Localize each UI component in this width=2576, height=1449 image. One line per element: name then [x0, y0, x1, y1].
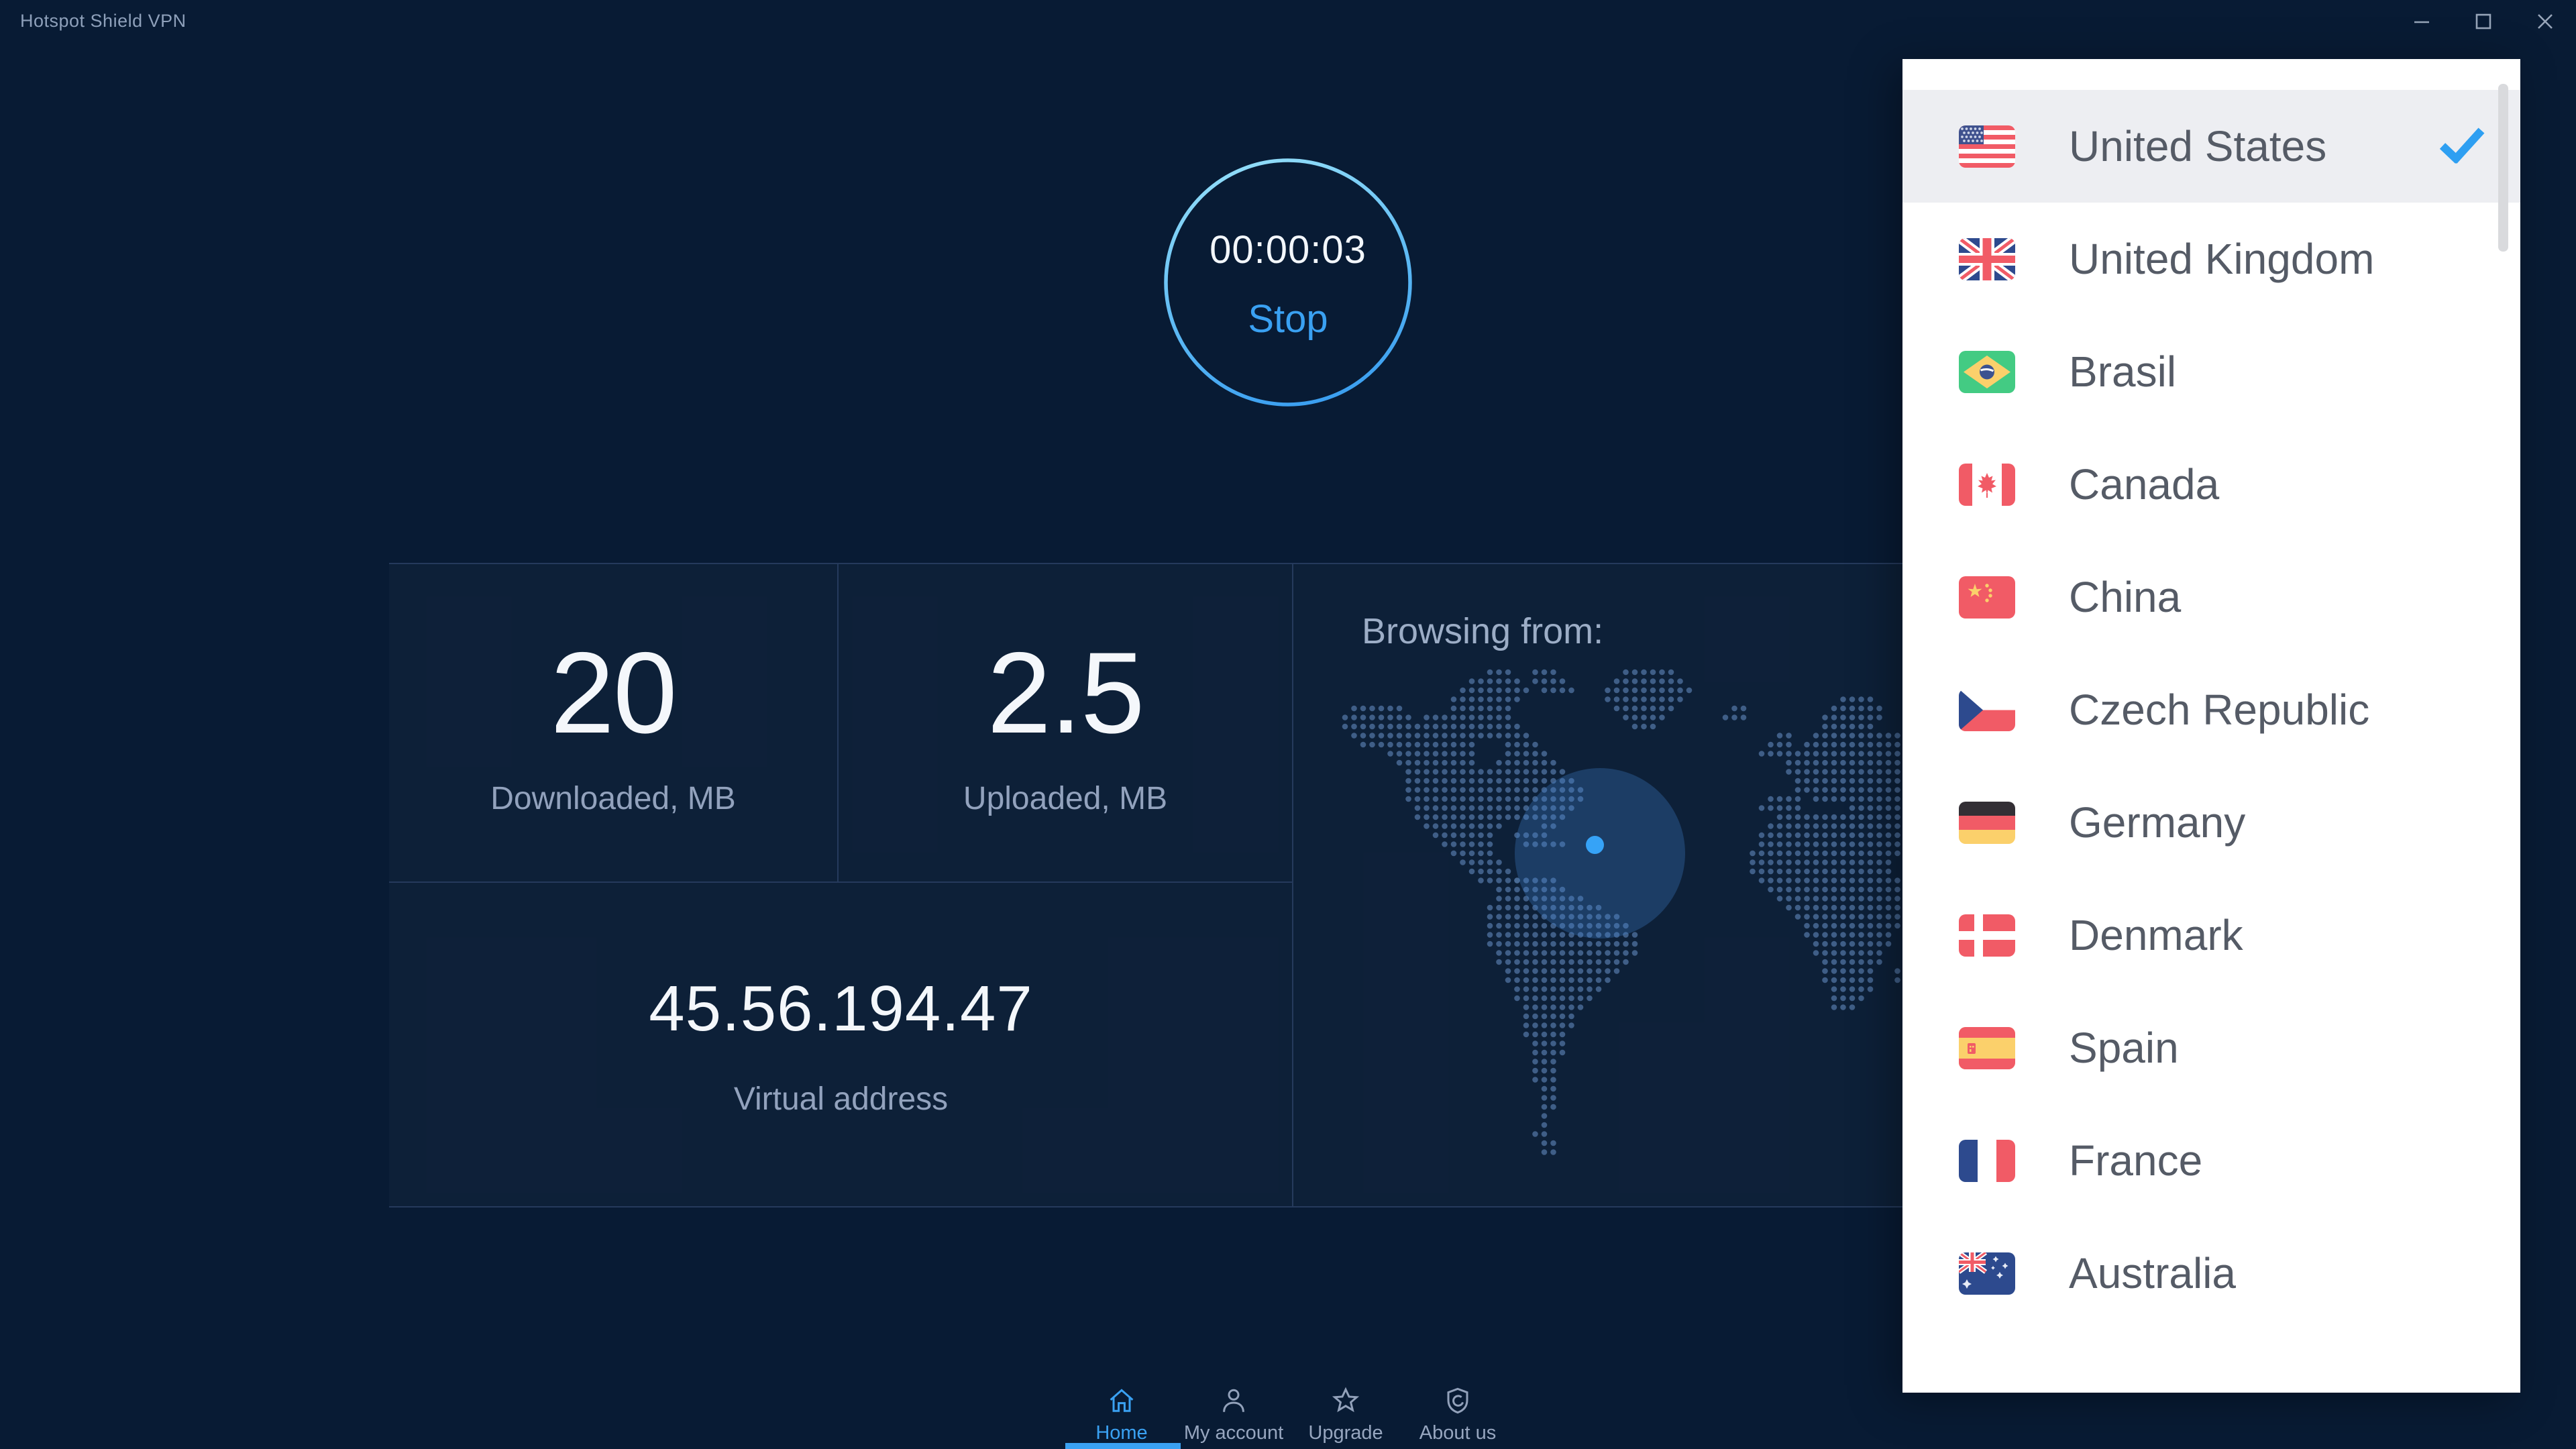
country-name: Brasil	[2069, 347, 2177, 396]
country-name: Canada	[2069, 460, 2220, 508]
country-row-united-kingdom[interactable]: United Kingdom	[1902, 203, 2520, 315]
country-name: Australia	[2069, 1249, 2236, 1297]
country-row-brasil[interactable]: Brasil	[1902, 315, 2520, 428]
maximize-button[interactable]	[2453, 0, 2514, 43]
nav-item-about-us[interactable]: About us	[1401, 1385, 1515, 1444]
virtual-address-value: 45.56.194.47	[649, 972, 1033, 1044]
divider-bottom	[389, 1206, 1902, 1208]
maximize-icon	[2475, 13, 2491, 30]
window-controls	[2391, 0, 2576, 43]
us-flag-icon	[1959, 125, 2015, 168]
country-row-spain[interactable]: Spain	[1902, 991, 2520, 1104]
country-list: United States United Kingdom Brasil Cana…	[1902, 90, 2520, 1330]
panel-scrollbar[interactable]	[2498, 84, 2508, 252]
browsing-from-title: Browsing from:	[1362, 611, 1604, 651]
nav-label: My account	[1183, 1422, 1284, 1444]
country-row-france[interactable]: France	[1902, 1104, 2520, 1217]
uploaded-value: 2.5	[987, 629, 1144, 757]
nav-item-upgrade[interactable]: Upgrade	[1289, 1385, 1403, 1444]
server-location-panel: United States United Kingdom Brasil Cana…	[1902, 59, 2520, 1393]
virtual-address-stat: 45.56.194.47 Virtual address	[389, 883, 1293, 1206]
cz-flag-icon	[1959, 688, 2015, 731]
stop-button[interactable]: Stop	[1248, 297, 1328, 341]
country-row-united-states[interactable]: United States	[1902, 90, 2520, 203]
country-name: United Kingdom	[2069, 235, 2375, 283]
country-row-germany[interactable]: Germany	[1902, 766, 2520, 879]
fr-flag-icon	[1959, 1139, 2015, 1182]
downloaded-value: 20	[550, 629, 677, 757]
active-tab-underline	[1065, 1443, 1181, 1449]
country-row-china[interactable]: China	[1902, 541, 2520, 653]
ca-flag-icon	[1959, 463, 2015, 506]
country-row-czech-republic[interactable]: Czech Republic	[1902, 653, 2520, 766]
minimize-button[interactable]	[2391, 0, 2453, 43]
star-icon	[1329, 1385, 1362, 1417]
home-icon	[1105, 1385, 1138, 1417]
downloaded-stat: 20 Downloaded, MB	[389, 564, 837, 881]
country-row-denmark[interactable]: Denmark	[1902, 879, 2520, 991]
country-name: Denmark	[2069, 911, 2243, 959]
close-icon	[2538, 14, 2553, 29]
country-name: Spain	[2069, 1024, 2179, 1072]
location-marker-dot	[1586, 836, 1604, 854]
location-highlight-circle	[1515, 768, 1685, 938]
nav-item-my-account[interactable]: My account	[1177, 1385, 1291, 1444]
downloaded-label: Downloaded, MB	[490, 781, 736, 816]
de-flag-icon	[1959, 801, 2015, 844]
nav-label: Home	[1095, 1422, 1148, 1444]
country-name: Germany	[2069, 798, 2246, 847]
country-row-australia[interactable]: Australia	[1902, 1217, 2520, 1330]
dk-flag-icon	[1959, 914, 2015, 957]
connection-timer-circle[interactable]: 00:00:03 Stop	[1162, 156, 1414, 409]
minimize-icon	[2414, 21, 2429, 23]
country-name: France	[2069, 1136, 2203, 1185]
elapsed-time: 00:00:03	[1210, 228, 1366, 272]
es-flag-icon	[1959, 1026, 2015, 1069]
window-title: Hotspot Shield VPN	[20, 11, 186, 31]
gb-flag-icon	[1959, 237, 2015, 280]
uploaded-stat: 2.5 Uploaded, MB	[839, 564, 1292, 881]
country-row-canada[interactable]: Canada	[1902, 428, 2520, 541]
user-icon	[1217, 1385, 1250, 1417]
country-name: United States	[2069, 122, 2327, 170]
checkmark-icon	[2438, 126, 2485, 167]
shield-icon	[1441, 1385, 1474, 1417]
uploaded-label: Uploaded, MB	[963, 781, 1168, 816]
app-window: Hotspot Shield VPN 00:00:03 Stop 20 Down…	[0, 0, 2576, 1449]
virtual-address-label: Virtual address	[733, 1081, 949, 1117]
country-name: Czech Republic	[2069, 686, 2370, 734]
nav-item-home[interactable]: Home	[1065, 1385, 1179, 1444]
country-name: China	[2069, 573, 2182, 621]
nav-label: About us	[1419, 1422, 1497, 1444]
br-flag-icon	[1959, 350, 2015, 393]
close-button[interactable]	[2514, 0, 2576, 43]
nav-label: Upgrade	[1308, 1422, 1383, 1444]
cn-flag-icon	[1959, 576, 2015, 619]
au-flag-icon	[1959, 1252, 2015, 1295]
